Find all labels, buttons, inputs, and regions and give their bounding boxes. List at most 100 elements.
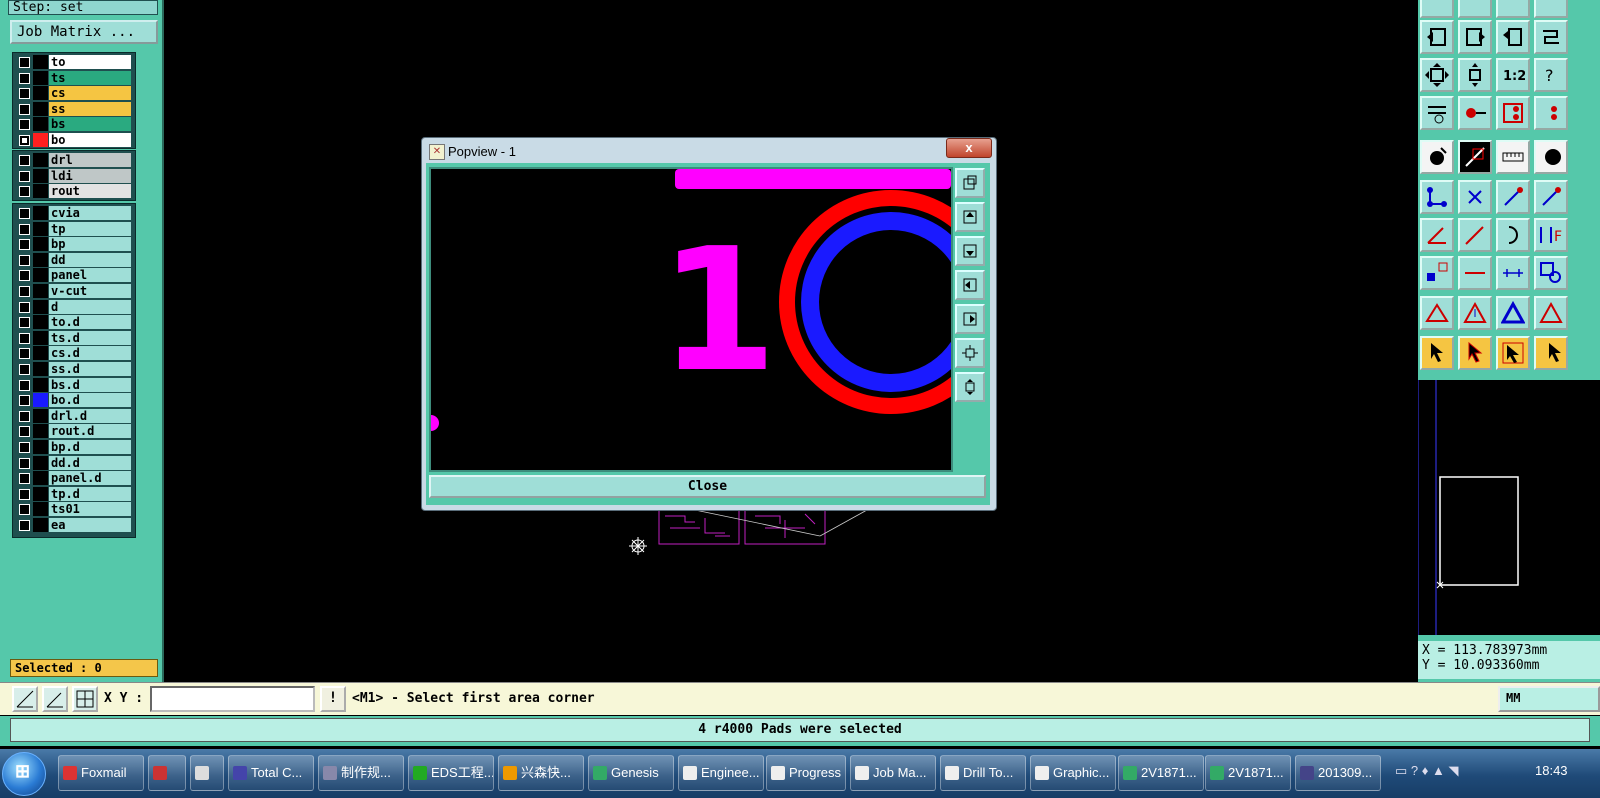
taskbar-button[interactable]: 201309... — [1295, 755, 1381, 791]
layer-row-rout.d[interactable]: rout.d — [13, 424, 133, 439]
layer-checkbox[interactable] — [19, 57, 30, 68]
move-point-icon[interactable] — [1496, 180, 1530, 214]
layer-name[interactable]: v-cut — [49, 284, 131, 298]
layer-row-dd[interactable]: dd — [13, 252, 133, 267]
taskbar-button[interactable]: Enginee... — [678, 755, 764, 791]
layer-name[interactable]: dd.d — [49, 455, 131, 470]
pan-down-icon[interactable] — [955, 236, 985, 266]
taskbar-button[interactable]: Genesis — [588, 755, 674, 791]
layer-name[interactable]: panel.d — [49, 471, 131, 486]
layer-color-swatch[interactable] — [33, 393, 48, 408]
taskbar-button[interactable] — [148, 755, 186, 791]
layer-checkbox[interactable] — [19, 186, 30, 198]
layer-checkbox[interactable] — [19, 348, 30, 360]
layer-name[interactable]: ss.d — [49, 362, 131, 376]
close-button[interactable]: Close — [429, 475, 986, 498]
taskbar-button[interactable]: Graphic... — [1030, 755, 1116, 791]
layer-checkbox[interactable] — [19, 254, 30, 266]
layer-row-tp.d[interactable]: tp.d — [13, 486, 133, 501]
layer-color-swatch[interactable] — [33, 86, 48, 101]
layer-row-bp.d[interactable]: bp.d — [13, 440, 133, 454]
layer-checkbox[interactable] — [19, 488, 30, 500]
arc-icon[interactable] — [1496, 218, 1530, 252]
layer-color-swatch[interactable] — [33, 424, 48, 439]
taskbar-button[interactable]: EDS工程... — [408, 755, 494, 791]
layer-row-to.d[interactable]: to.d — [13, 315, 133, 330]
layer-row-ts[interactable]: ts — [13, 70, 133, 85]
layer-color-swatch[interactable] — [33, 133, 48, 147]
layer-name[interactable]: cs — [49, 86, 131, 101]
layer-name[interactable]: to — [49, 55, 131, 69]
add-line-icon[interactable] — [1458, 140, 1492, 174]
layer-name[interactable]: d — [49, 299, 131, 314]
move-point-2-icon[interactable] — [1534, 180, 1568, 214]
measure-icon[interactable] — [1496, 256, 1530, 290]
close-icon[interactable]: x — [946, 138, 992, 158]
layer-checkbox[interactable] — [19, 270, 30, 282]
layer-checkbox[interactable] — [19, 119, 30, 131]
taskbar-button[interactable]: Foxmail — [58, 755, 144, 791]
layer-color-swatch[interactable] — [33, 440, 48, 454]
zoom-center-icon[interactable] — [1458, 58, 1492, 92]
pan-up-icon[interactable] — [955, 202, 985, 232]
layer-name[interactable]: drl — [49, 153, 131, 167]
layer-row-panel.d[interactable]: panel.d — [13, 471, 133, 486]
job-matrix-button[interactable]: Job Matrix ... — [10, 20, 158, 44]
start-button[interactable]: ⊞ — [2, 752, 46, 796]
layer-name[interactable]: ss — [49, 101, 131, 116]
layer-name[interactable]: ea — [49, 518, 131, 532]
layer-name[interactable]: dd — [49, 252, 131, 267]
layer-checkbox[interactable] — [19, 239, 30, 251]
layer-row-ts01[interactable]: ts01 — [13, 502, 133, 517]
layer-color-swatch[interactable] — [33, 117, 48, 132]
layer-checkbox[interactable] — [19, 395, 30, 407]
triangle-bold-icon[interactable] — [1496, 296, 1530, 330]
layer-name[interactable]: bo.d — [49, 393, 131, 408]
layer-color-swatch[interactable] — [33, 153, 48, 167]
layer-color-swatch[interactable] — [33, 315, 48, 330]
layer-color-swatch[interactable] — [33, 252, 48, 267]
layer-checkbox[interactable] — [19, 301, 30, 313]
settings-icon[interactable] — [1420, 96, 1454, 130]
tool-view-2-icon[interactable] — [1458, 0, 1492, 18]
layer-name[interactable]: bp — [49, 237, 131, 252]
angle-icon[interactable] — [1420, 218, 1454, 252]
taskbar-button[interactable] — [190, 755, 224, 791]
exclamation-button[interactable]: ! — [320, 686, 346, 712]
layer-color-swatch[interactable] — [33, 70, 48, 85]
system-tray-icons[interactable]: ▭ ? ♦ ▲ ◥ — [1395, 763, 1458, 779]
layer-checkbox[interactable] — [19, 155, 30, 166]
layer-row-v-cut[interactable]: v-cut — [13, 284, 133, 298]
layer-row-bo.d[interactable]: bo.d — [13, 393, 133, 408]
layer-row-bs[interactable]: bs — [13, 117, 133, 132]
layer-checkbox[interactable] — [19, 72, 30, 84]
layer-row-ss[interactable]: ss — [13, 101, 133, 116]
layer-color-swatch[interactable] — [33, 284, 48, 298]
layer-row-tp[interactable]: tp — [13, 221, 133, 236]
taskbar-button[interactable]: 兴森快... — [498, 755, 584, 791]
overview-map[interactable] — [1417, 380, 1600, 635]
select-pointer-3-icon[interactable] — [1496, 336, 1530, 370]
layer-checkbox[interactable] — [19, 410, 30, 422]
layer-row-bs.d[interactable]: bs.d — [13, 377, 133, 392]
layer-color-swatch[interactable] — [33, 268, 48, 283]
tool-view-1-icon[interactable] — [1420, 0, 1454, 18]
layer-checkbox[interactable] — [19, 103, 30, 115]
layer-name[interactable]: tp.d — [49, 486, 131, 501]
layer-color-swatch[interactable] — [33, 168, 48, 183]
select-pointer-2-icon[interactable] — [1458, 336, 1492, 370]
taskbar-button[interactable]: Total C... — [228, 755, 314, 791]
layer-checkbox[interactable] — [19, 88, 30, 100]
layer-color-swatch[interactable] — [33, 518, 48, 532]
xy-input[interactable] — [150, 686, 315, 712]
layer-name[interactable]: bp.d — [49, 440, 131, 454]
unit-selector[interactable]: MM — [1498, 686, 1600, 712]
layer-name[interactable]: cvia — [49, 206, 131, 220]
layer-name[interactable]: rout — [49, 184, 131, 199]
layer-row-ea[interactable]: ea — [13, 518, 133, 532]
layer-checkbox[interactable] — [19, 379, 30, 391]
triangle-icon[interactable] — [1420, 296, 1454, 330]
layer-row-ldi[interactable]: ldi — [13, 168, 133, 183]
net-2-icon[interactable] — [1534, 96, 1568, 130]
layer-checkbox[interactable] — [19, 332, 30, 344]
